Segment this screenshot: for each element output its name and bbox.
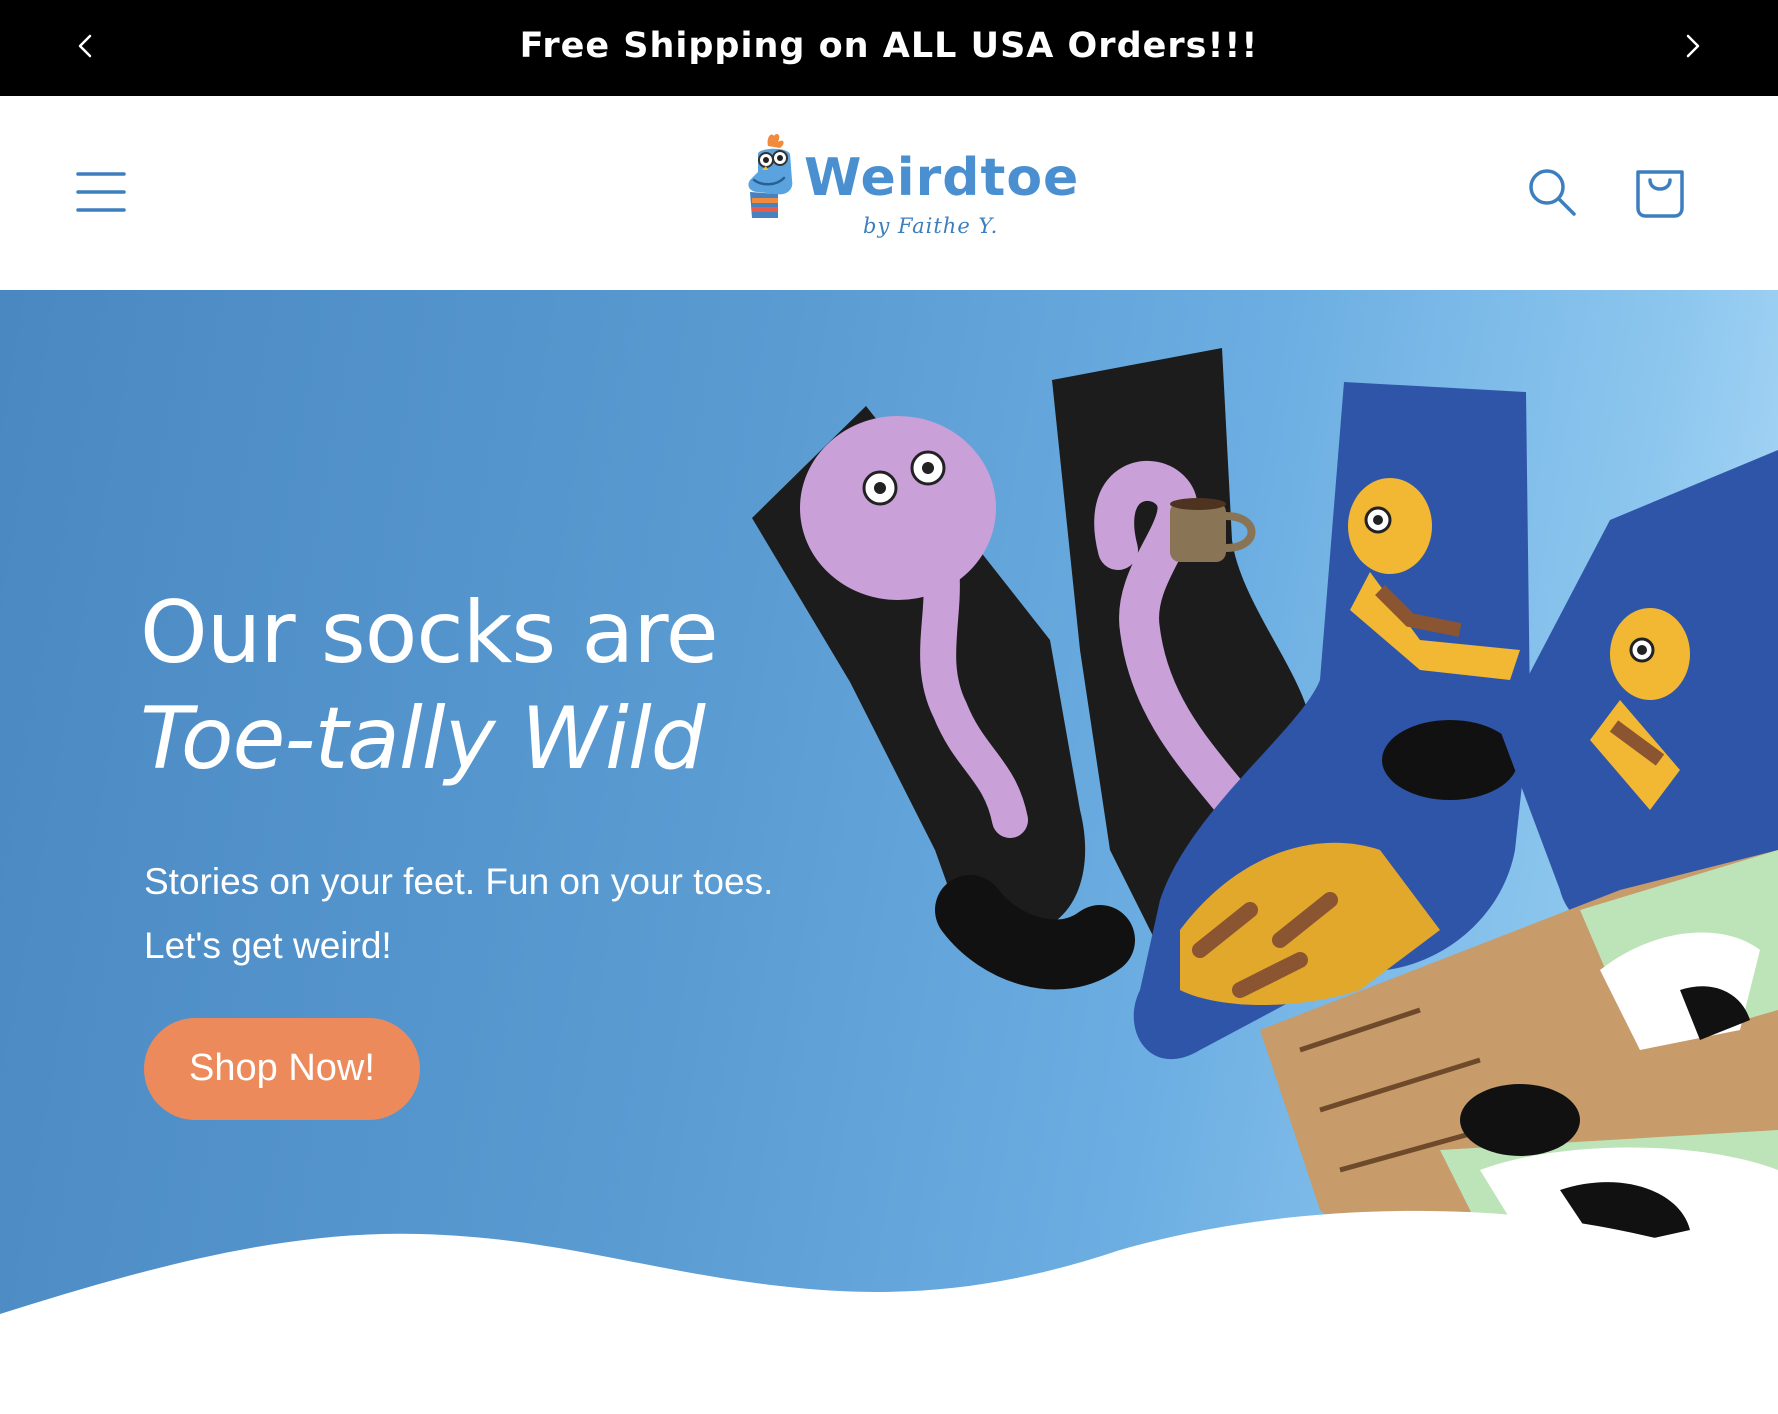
- chevron-right-icon[interactable]: [1676, 30, 1708, 62]
- hero-subtitle: Stories on your feet. Fun on your toes. …: [144, 850, 944, 978]
- site-logo[interactable]: Weirdtoe by Faithe Y.: [728, 132, 1078, 252]
- shopping-bag-icon[interactable]: [1634, 162, 1686, 218]
- logo-tagline: by Faithe Y.: [863, 214, 999, 238]
- announcement-text[interactable]: Free Shipping on ALL USA Orders!!!: [0, 0, 1778, 96]
- logo-wordmark: Weirdtoe: [804, 148, 1080, 208]
- hero-subtitle-line2: Let's get weird!: [144, 925, 392, 966]
- hero-headline-line2: Toe-tally Wild: [140, 689, 705, 789]
- hero-headline-line1: Our socks are: [140, 583, 719, 683]
- hero-headline: Our socks are Toe-tally Wild: [140, 580, 940, 792]
- hero-subtitle-line1: Stories on your feet. Fun on your toes.: [144, 861, 774, 902]
- site-header: Weirdtoe by Faithe Y.: [0, 96, 1778, 290]
- sock-mascot-icon: [728, 132, 812, 222]
- wave-divider: [0, 1210, 1778, 1414]
- hamburger-menu-icon[interactable]: [76, 168, 126, 216]
- shop-now-button[interactable]: Shop Now!: [144, 1018, 420, 1120]
- search-icon[interactable]: [1526, 166, 1578, 218]
- announcement-bar: Free Shipping on ALL USA Orders!!!: [0, 0, 1778, 96]
- hero-banner: Our socks are Toe-tally Wild Stories on …: [0, 290, 1778, 1414]
